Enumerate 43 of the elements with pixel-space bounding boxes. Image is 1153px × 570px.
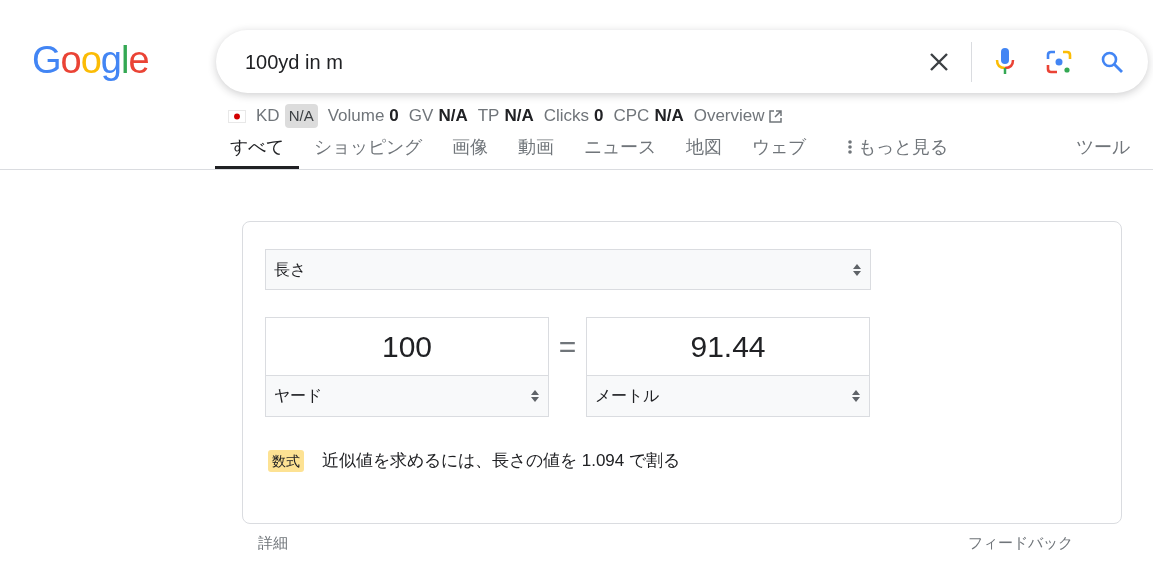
microphone-icon[interactable] xyxy=(994,46,1016,77)
external-link-icon xyxy=(768,109,782,123)
metric-label: KD xyxy=(256,105,280,128)
search-icon[interactable] xyxy=(1100,49,1124,74)
from-value-field[interactable]: 100 xyxy=(265,317,549,376)
metric-value: N/A xyxy=(284,104,318,128)
more-menu-tab[interactable]: もっと見る xyxy=(833,128,963,169)
updown-caret-icon xyxy=(530,388,540,404)
metric-label: TP xyxy=(477,105,500,128)
equals-sign: = xyxy=(557,329,578,365)
metric-label: CPC xyxy=(613,105,650,128)
details-link[interactable]: 詳細 xyxy=(258,532,288,555)
google-logo[interactable]: Google xyxy=(32,36,202,84)
nav-tab[interactable]: 画像 xyxy=(437,128,503,169)
metric-value: 0 xyxy=(389,105,399,128)
more-dots-icon xyxy=(848,139,852,155)
tools-tab[interactable]: ツール xyxy=(1076,128,1130,169)
formula-badge: 数式 xyxy=(268,449,304,472)
metric-value: N/A xyxy=(504,105,534,128)
formula-text: 近似値を求めるには、長さの値を 1.094 で割る xyxy=(322,450,680,472)
to-value-field[interactable]: 91.44 xyxy=(586,317,870,376)
metric-label: GV xyxy=(408,105,434,128)
nav-tab[interactable]: 動画 xyxy=(503,128,569,169)
nav-tab[interactable]: ニュース xyxy=(569,128,671,169)
metric-value: N/A xyxy=(654,105,684,128)
category-select[interactable]: 長さ xyxy=(265,249,871,290)
nav-tab[interactable]: ウェブ xyxy=(737,128,821,169)
close-icon[interactable] xyxy=(929,51,949,72)
metric-label: Volume xyxy=(327,105,385,128)
camera-lens-icon[interactable] xyxy=(1046,48,1072,75)
metric-value: N/A xyxy=(438,105,468,128)
search-bar[interactable]: 100yd in m xyxy=(216,30,1148,93)
nav-tab[interactable]: ショッピング xyxy=(299,128,437,169)
japan-flag-icon xyxy=(228,109,246,123)
nav-tab[interactable]: 地図 xyxy=(671,128,737,169)
feedback-link[interactable]: フィードバック xyxy=(968,532,1073,555)
overview-link[interactable]: Overview xyxy=(693,103,782,129)
metric-label: Clicks xyxy=(543,105,589,128)
from-unit-select[interactable]: ヤード xyxy=(265,376,549,417)
to-unit-select[interactable]: メートル xyxy=(586,376,870,417)
metric-value: 0 xyxy=(594,105,604,128)
search-field[interactable]: 100yd in m xyxy=(245,46,929,77)
updown-caret-icon xyxy=(851,388,861,404)
